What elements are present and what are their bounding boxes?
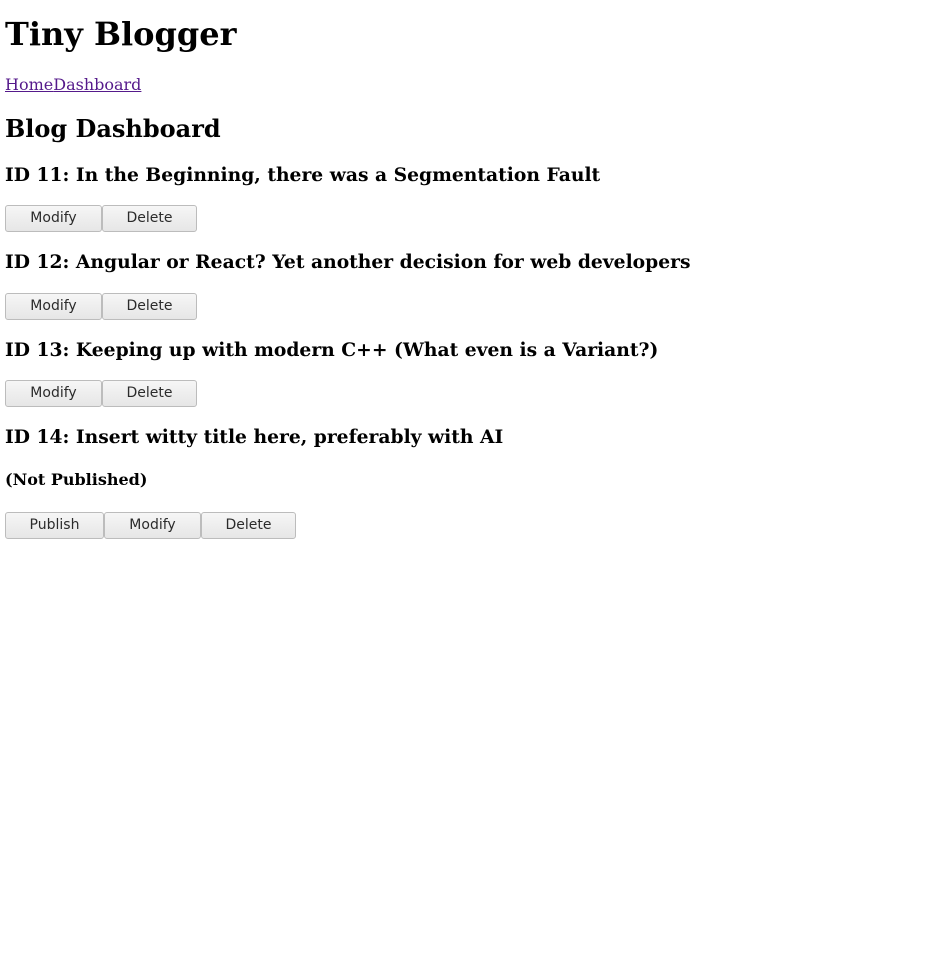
nav-link-home[interactable]: Home <box>5 75 53 94</box>
modify-button[interactable]: Modify <box>104 512 201 539</box>
post-actions: Publish Modify Delete <box>5 512 296 539</box>
site-title: Tiny Blogger <box>5 15 237 53</box>
main-nav: HomeDashboard <box>5 74 141 96</box>
post-actions: Modify Delete <box>5 293 197 320</box>
nav-link-dashboard[interactable]: Dashboard <box>53 75 141 94</box>
delete-button[interactable]: Delete <box>102 380 197 407</box>
post-title: ID 13: Keeping up with modern C++ (What … <box>5 339 659 361</box>
page-title: Blog Dashboard <box>5 114 221 143</box>
post-title: ID 14: Insert witty title here, preferab… <box>5 426 504 448</box>
modify-button[interactable]: Modify <box>5 380 102 407</box>
post-title: ID 12: Angular or React? Yet another dec… <box>5 251 691 273</box>
post-title: ID 11: In the Beginning, there was a Seg… <box>5 164 601 186</box>
publish-button[interactable]: Publish <box>5 512 104 539</box>
modify-button[interactable]: Modify <box>5 205 102 232</box>
delete-button[interactable]: Delete <box>102 205 197 232</box>
delete-button[interactable]: Delete <box>102 293 197 320</box>
post-actions: Modify Delete <box>5 205 197 232</box>
post-actions: Modify Delete <box>5 380 197 407</box>
delete-button[interactable]: Delete <box>201 512 296 539</box>
publish-status: (Not Published) <box>5 470 148 489</box>
page: Tiny Blogger HomeDashboard Blog Dashboar… <box>0 0 946 962</box>
modify-button[interactable]: Modify <box>5 293 102 320</box>
